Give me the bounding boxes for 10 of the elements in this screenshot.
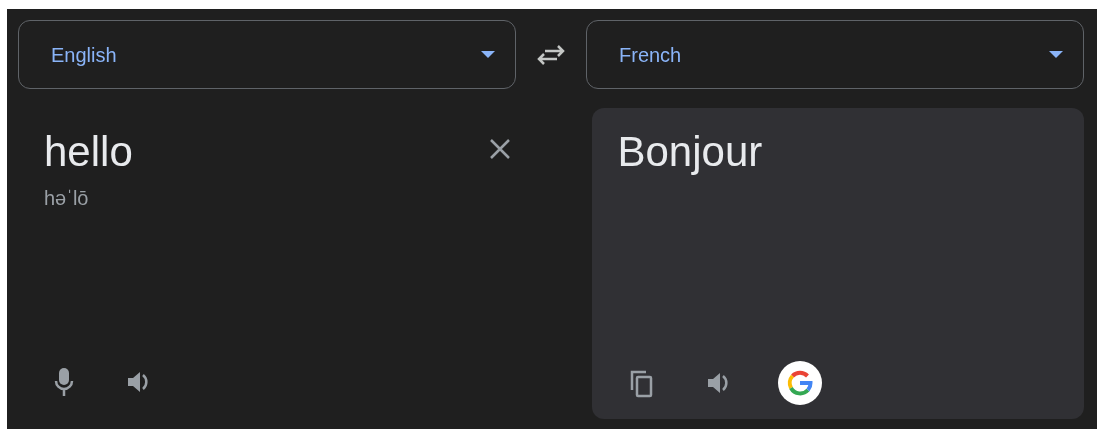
language-select[interactable]: French [586, 20, 1084, 89]
translation-text: Bonjour [617, 127, 764, 177]
source-text: hello [44, 127, 133, 177]
language-select[interactable]: English [18, 20, 516, 89]
dropdown-caret-icon [1049, 51, 1063, 58]
close-icon[interactable] [488, 138, 511, 160]
microphone-icon[interactable] [54, 367, 74, 397]
google-logo-icon[interactable] [777, 361, 822, 405]
dropdown-caret-icon [481, 51, 495, 58]
phonetic-text: həˈlō [44, 185, 90, 211]
